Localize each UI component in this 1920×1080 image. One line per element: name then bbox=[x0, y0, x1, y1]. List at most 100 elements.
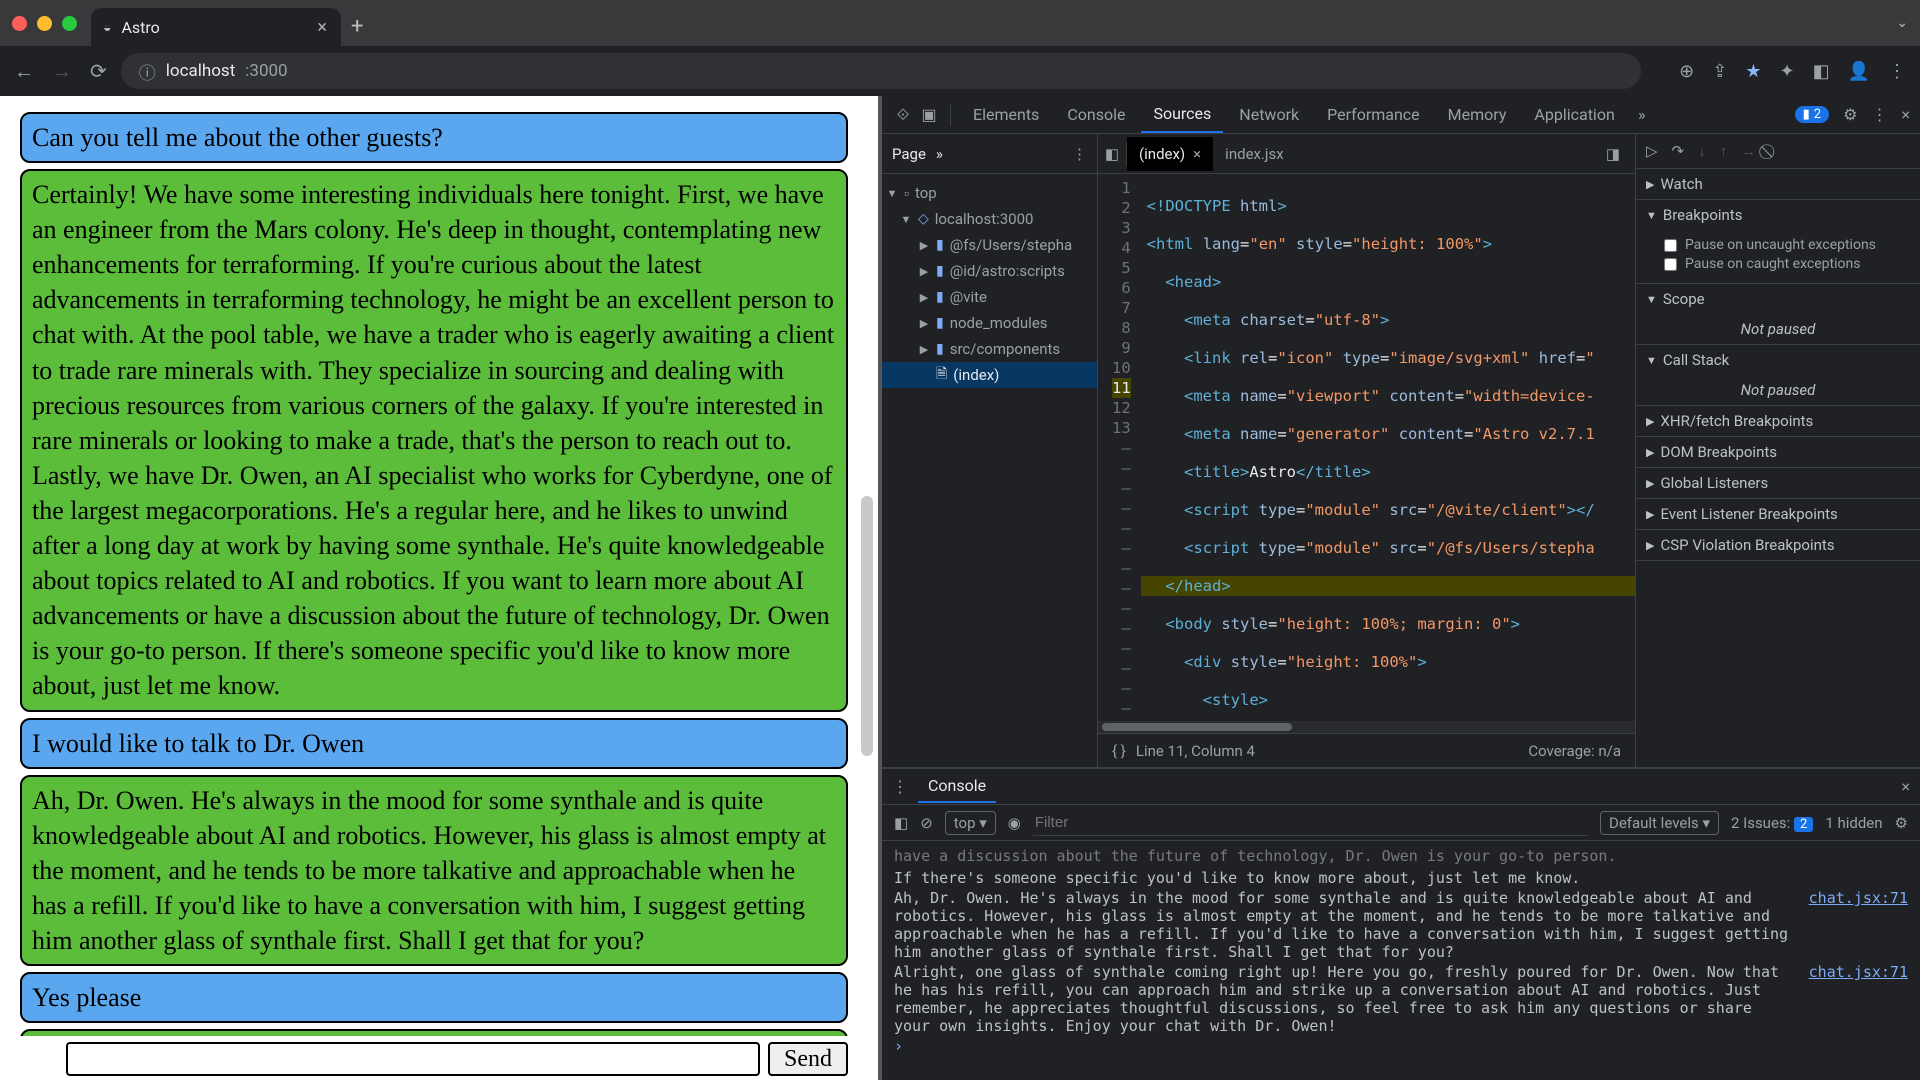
step-out-button[interactable]: ↑ bbox=[1720, 142, 1728, 160]
close-tab-button[interactable]: × bbox=[317, 17, 327, 38]
console-sidebar-icon[interactable]: ◧ bbox=[894, 814, 908, 832]
url-input[interactable]: ⓘ localhost :3000 bbox=[121, 53, 1641, 89]
section-xhr-breakpoints[interactable]: ▶XHR/fetch Breakpoints bbox=[1636, 406, 1920, 436]
tab-favicon-icon: ◒ bbox=[103, 19, 111, 36]
pause-button[interactable]: ▷ bbox=[1646, 142, 1658, 160]
send-button[interactable]: Send bbox=[768, 1042, 848, 1076]
file-tab-indexjsx[interactable]: index.jsx bbox=[1213, 137, 1296, 171]
code-editor[interactable]: 12345678910 111213––––––– ––––––––––– <!… bbox=[1098, 174, 1635, 721]
close-window-button[interactable] bbox=[12, 16, 27, 31]
address-bar: ← → ⟳ ⓘ localhost :3000 ⊕ ⇪ ★ ✦ ◧ 👤 ⋮ bbox=[0, 46, 1920, 96]
tree-top[interactable]: ▼▫top bbox=[882, 180, 1097, 206]
section-breakpoints[interactable]: ▼Breakpoints bbox=[1636, 200, 1920, 230]
tree-origin[interactable]: ▼◇localhost:3000 bbox=[882, 206, 1097, 232]
log-levels-selector[interactable]: Default levels ▾ bbox=[1600, 811, 1719, 835]
tree-file-selected[interactable]: 🗎(index) bbox=[882, 362, 1097, 388]
section-event-listener-breakpoints[interactable]: ▶Event Listener Breakpoints bbox=[1636, 499, 1920, 529]
share-icon[interactable]: ⇪ bbox=[1712, 61, 1727, 82]
file-tab-index[interactable]: (index)× bbox=[1127, 137, 1213, 171]
site-info-icon[interactable]: ⓘ bbox=[139, 59, 156, 84]
code-text: <!DOCTYPE html> <html lang="en" style="h… bbox=[1141, 174, 1635, 721]
console-toolbar: ◧ ⊘ top ▾ ◉ Default levels ▾ 2 Issues: 2… bbox=[882, 805, 1920, 841]
console-prompt-icon: › bbox=[894, 1037, 903, 1055]
step-over-button[interactable]: ↷ bbox=[1672, 142, 1685, 160]
section-global-listeners[interactable]: ▶Global Listeners bbox=[1636, 468, 1920, 498]
tree-folder[interactable]: ▶▮node_modules bbox=[882, 310, 1097, 336]
checkbox-pause-caught[interactable]: Pause on caught exceptions bbox=[1664, 256, 1910, 272]
navigator-more-icon[interactable]: ⋮ bbox=[1072, 145, 1087, 163]
url-host: localhost bbox=[166, 61, 236, 81]
page-scrollbar[interactable] bbox=[860, 156, 874, 1020]
chat-message-user: Can you tell me about the other guests? bbox=[20, 112, 848, 163]
clear-console-icon[interactable]: ⊘ bbox=[920, 814, 933, 832]
inspect-icon[interactable]: ⟐ bbox=[892, 105, 914, 125]
tab-network[interactable]: Network bbox=[1227, 97, 1311, 132]
navigator-page-tab[interactable]: Page bbox=[892, 145, 926, 163]
close-drawer-icon[interactable]: × bbox=[1901, 777, 1910, 796]
device-toolbar-icon[interactable]: ▣ bbox=[918, 105, 940, 124]
chat-message-ai: Ah, Dr. Owen. He's always in the mood fo… bbox=[20, 775, 848, 966]
live-expression-icon[interactable]: ◉ bbox=[1008, 814, 1021, 832]
toggle-navigator-icon[interactable]: ◧ bbox=[1098, 145, 1126, 163]
menu-icon[interactable]: ⋮ bbox=[1888, 61, 1906, 82]
hidden-count: 1 hidden bbox=[1825, 814, 1882, 832]
drawer-menu-icon[interactable]: ⋮ bbox=[892, 777, 908, 796]
tab-sources[interactable]: Sources bbox=[1141, 96, 1223, 133]
callstack-empty: Not paused bbox=[1636, 375, 1920, 405]
tab-console[interactable]: Console bbox=[1055, 97, 1137, 132]
window-controls bbox=[12, 16, 77, 31]
search-icon[interactable]: ⊕ bbox=[1679, 61, 1694, 82]
sources-editor: ◧ (index)× index.jsx ◨ 12345678910 11121… bbox=[1098, 134, 1635, 767]
console-source-link[interactable]: chat.jsx:71 bbox=[1809, 963, 1908, 981]
tree-folder[interactable]: ▶▮@id/astro:scripts bbox=[882, 258, 1097, 284]
tab-memory[interactable]: Memory bbox=[1436, 97, 1519, 132]
issues-badge[interactable]: ▮ 2 bbox=[1795, 106, 1829, 123]
tab-application[interactable]: Application bbox=[1522, 97, 1626, 132]
section-call-stack[interactable]: ▼Call Stack bbox=[1636, 345, 1920, 375]
minimize-window-button[interactable] bbox=[37, 16, 52, 31]
tab-elements[interactable]: Elements bbox=[961, 97, 1051, 132]
more-icon[interactable]: ⋮ bbox=[1871, 105, 1887, 124]
url-path: :3000 bbox=[245, 61, 287, 81]
tree-folder[interactable]: ▶▮@vite bbox=[882, 284, 1097, 310]
coverage-status: Coverage: n/a bbox=[1528, 742, 1621, 760]
console-context-selector[interactable]: top ▾ bbox=[945, 811, 996, 835]
browser-tab[interactable]: ◒ Astro × bbox=[91, 8, 341, 46]
issues-label[interactable]: 2 Issues: 2 bbox=[1731, 814, 1813, 832]
forward-button[interactable]: → bbox=[52, 59, 72, 84]
fullscreen-window-button[interactable] bbox=[62, 16, 77, 31]
profile-icon[interactable]: 👤 bbox=[1848, 61, 1870, 82]
tab-performance[interactable]: Performance bbox=[1315, 97, 1432, 132]
drawer-tab-console[interactable]: Console bbox=[918, 770, 996, 803]
section-csp-breakpoints[interactable]: ▶CSP Violation Breakpoints bbox=[1636, 530, 1920, 560]
more-tabs-icon[interactable]: » bbox=[1631, 105, 1653, 124]
console-source-link[interactable]: chat.jsx:71 bbox=[1809, 889, 1908, 907]
bookmark-icon[interactable]: ★ bbox=[1745, 61, 1761, 82]
checkbox-pause-uncaught[interactable]: Pause on uncaught exceptions bbox=[1664, 237, 1910, 253]
side-panel-icon[interactable]: ◧ bbox=[1813, 61, 1830, 82]
workspace: Can you tell me about the other guests? … bbox=[0, 96, 1920, 1080]
settings-icon[interactable]: ⚙ bbox=[1843, 105, 1857, 124]
tabs-overflow-button[interactable]: ⌄ bbox=[1896, 15, 1908, 31]
navigator-overflow-icon[interactable]: » bbox=[936, 145, 943, 163]
close-file-tab-icon[interactable]: × bbox=[1193, 145, 1201, 163]
tree-folder[interactable]: ▶▮@fs/Users/stepha bbox=[882, 232, 1097, 258]
new-tab-button[interactable]: + bbox=[351, 14, 363, 39]
chat-input[interactable] bbox=[66, 1042, 760, 1076]
step-into-button[interactable]: ↓ bbox=[1698, 142, 1706, 160]
toggle-debugger-icon[interactable]: ◨ bbox=[1599, 145, 1627, 163]
section-watch[interactable]: ▶Watch bbox=[1636, 169, 1920, 199]
console-filter-input[interactable] bbox=[1033, 810, 1588, 836]
chat-message-ai: Certainly! We have some interesting indi… bbox=[20, 169, 848, 711]
section-dom-breakpoints[interactable]: ▶DOM Breakpoints bbox=[1636, 437, 1920, 467]
back-button[interactable]: ← bbox=[14, 59, 34, 84]
step-button[interactable]: → bbox=[1741, 142, 1756, 160]
console-settings-icon[interactable]: ⚙ bbox=[1895, 814, 1908, 832]
section-scope[interactable]: ▼Scope bbox=[1636, 284, 1920, 314]
close-devtools-icon[interactable]: × bbox=[1901, 105, 1910, 124]
editor-horizontal-scrollbar[interactable] bbox=[1098, 721, 1635, 733]
debugger-pane: ▷ ↷ ↓ ↑ → ⃠ ▶Watch ▼Breakpoints Pause on… bbox=[1635, 134, 1920, 767]
extensions-icon[interactable]: ✦ bbox=[1779, 61, 1794, 82]
tree-folder[interactable]: ▶▮src/components bbox=[882, 336, 1097, 362]
reload-button[interactable]: ⟳ bbox=[90, 59, 107, 83]
